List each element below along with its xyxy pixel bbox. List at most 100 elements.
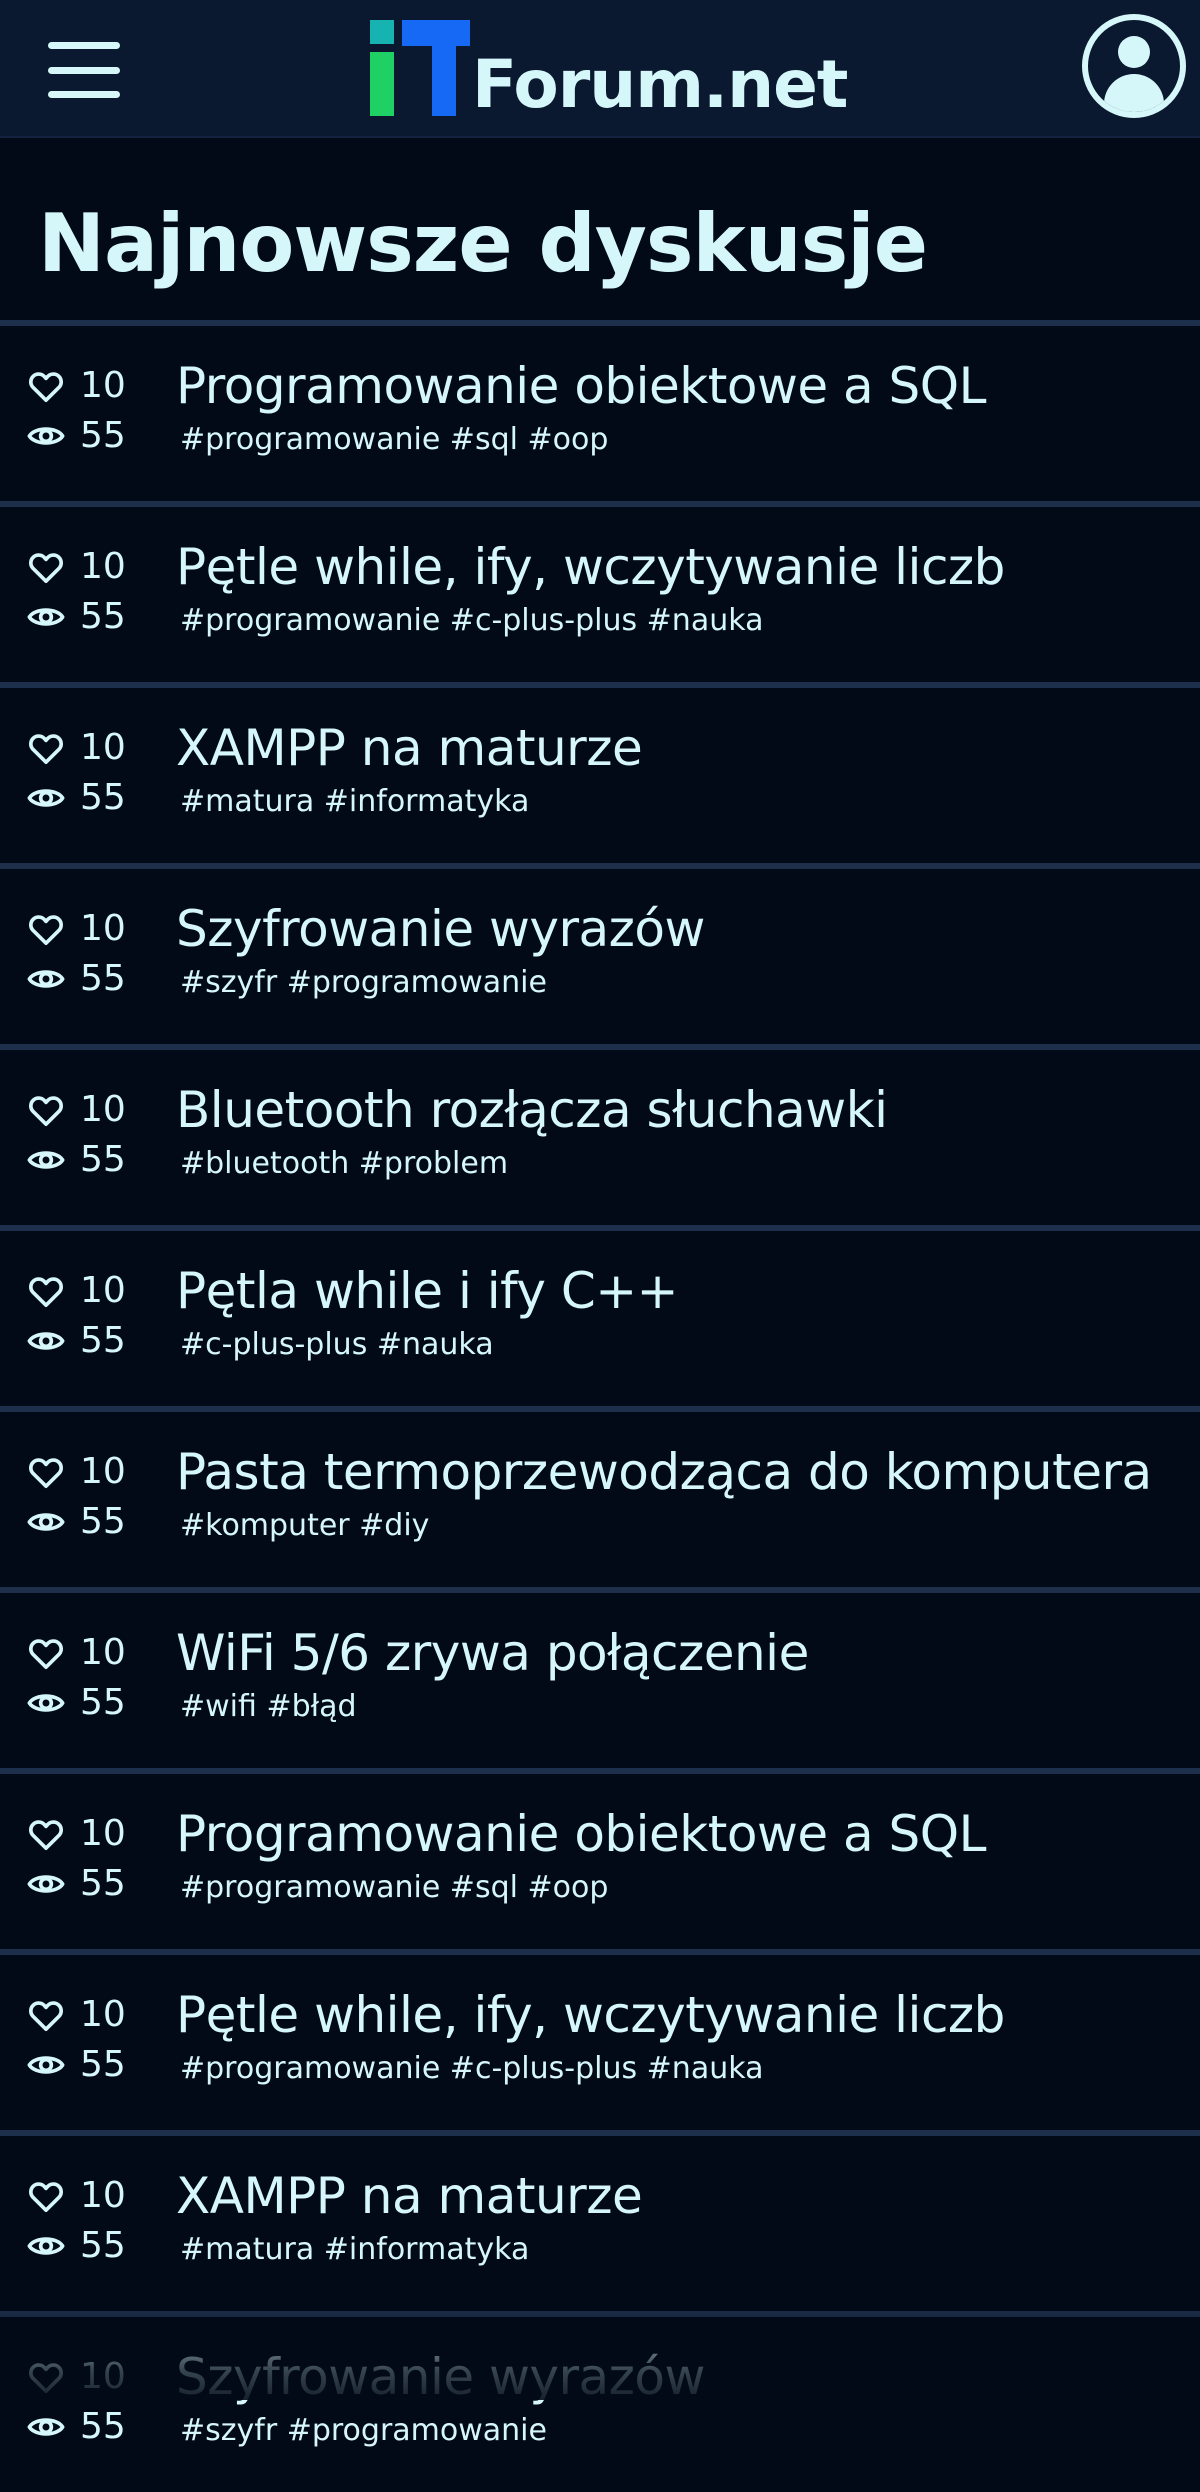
thread-row[interactable]: 10 55 Szyfrowanie wyrazów #szyfr #progra… — [0, 863, 1200, 1044]
thread-title[interactable]: XAMPP na maturze — [176, 718, 1186, 778]
views-count: 55 — [80, 2044, 126, 2085]
views-stat: 55 — [26, 2221, 146, 2271]
thread-row[interactable]: 10 55 XAMPP na maturze #matura #informat… — [0, 2130, 1200, 2311]
thread-title[interactable]: Pętle while, ify, wczytywanie liczb — [176, 1985, 1186, 2045]
likes-count: 10 — [80, 1632, 126, 1673]
thread-stats: 10 55 — [26, 361, 146, 461]
thread-row[interactable]: 10 55 Pętle while, ify, wczytywanie licz… — [0, 501, 1200, 682]
likes-stat: 10 — [26, 1085, 146, 1135]
views-count: 55 — [80, 2225, 126, 2266]
likes-stat: 10 — [26, 361, 146, 411]
thread-row[interactable]: 10 55 WiFi 5/6 zrywa połączenie #wifi #b… — [0, 1587, 1200, 1768]
site-logo[interactable]: Forum.net — [370, 18, 848, 123]
thread-row[interactable]: 10 55 XAMPP na maturze #matura #informat… — [0, 682, 1200, 863]
logo-t-stem — [432, 46, 456, 116]
thread-tags[interactable]: #programowanie #c-plus-plus #nauka — [180, 2051, 763, 2087]
eye-icon — [27, 1875, 65, 1893]
eye-icon — [27, 789, 65, 807]
thread-row[interactable]: 10 55 Programowanie obiektowe a SQL #pro… — [0, 320, 1200, 501]
likes-stat: 10 — [26, 542, 146, 592]
thread-title[interactable]: Szyfrowanie wyrazów — [176, 899, 1186, 959]
thread-title[interactable]: Programowanie obiektowe a SQL — [176, 1804, 1186, 1864]
thread-row[interactable]: 10 55 Programowanie obiektowe a SQL #pro… — [0, 1768, 1200, 1949]
thread-tags[interactable]: #bluetooth #problem — [180, 1146, 508, 1182]
top-app-bar: Forum.net — [0, 0, 1200, 138]
heart-icon — [29, 2182, 63, 2212]
thread-row[interactable]: 10 55 Bluetooth rozłącza słuchawki #blue… — [0, 1044, 1200, 1225]
thread-list: 10 55 Programowanie obiektowe a SQL #pro… — [0, 320, 1200, 2492]
likes-count: 10 — [80, 727, 126, 768]
page-title: Najnowsze dyskusje — [38, 197, 928, 290]
heart-icon — [29, 1639, 63, 1669]
heart-icon — [29, 2363, 63, 2393]
thread-tags[interactable]: #szyfr #programowanie — [180, 2413, 547, 2449]
eye-icon — [27, 970, 65, 988]
likes-stat: 10 — [26, 2352, 146, 2402]
hamburger-menu-icon[interactable] — [48, 42, 120, 98]
avatar-head — [1118, 36, 1150, 68]
eye-icon — [27, 427, 65, 445]
heart-icon — [29, 372, 63, 402]
thread-title[interactable]: Programowanie obiektowe a SQL — [176, 356, 1186, 416]
thread-title[interactable]: XAMPP na maturze — [176, 2166, 1186, 2226]
menu-line — [48, 91, 120, 98]
thread-title[interactable]: Bluetooth rozłącza słuchawki — [176, 1080, 1186, 1140]
heart-icon — [29, 915, 63, 945]
likes-count: 10 — [80, 2175, 126, 2216]
views-count: 55 — [80, 1501, 126, 1542]
eye-icon — [27, 2056, 65, 2074]
heart-icon — [29, 2001, 63, 2031]
eye-icon — [27, 1332, 65, 1350]
logo-text: Forum.net — [472, 46, 848, 123]
views-count: 55 — [80, 1863, 126, 1904]
logo-i-dot — [370, 20, 394, 44]
likes-count: 10 — [80, 1994, 126, 2035]
thread-row[interactable]: 10 55 Pasta termoprzewodząca do komputer… — [0, 1406, 1200, 1587]
eye-icon — [27, 1151, 65, 1169]
avatar-body — [1104, 74, 1164, 112]
thread-title[interactable]: Pętle while, ify, wczytywanie liczb — [176, 537, 1186, 597]
likes-count: 10 — [80, 1451, 126, 1492]
views-stat: 55 — [26, 592, 146, 642]
views-count: 55 — [80, 958, 126, 999]
likes-stat: 10 — [26, 1447, 146, 1497]
thread-tags[interactable]: #komputer #diy — [180, 1508, 429, 1544]
views-stat: 55 — [26, 1497, 146, 1547]
likes-stat: 10 — [26, 904, 146, 954]
views-stat: 55 — [26, 411, 146, 461]
thread-row[interactable]: 10 55 Pętle while, ify, wczytywanie licz… — [0, 1949, 1200, 2130]
likes-count: 10 — [80, 1089, 126, 1130]
thread-stats: 10 55 — [26, 904, 146, 1004]
menu-line — [48, 66, 120, 74]
user-avatar-icon[interactable] — [1082, 14, 1186, 118]
eye-icon — [27, 1513, 65, 1531]
likes-count: 10 — [80, 365, 126, 406]
heart-icon — [29, 553, 63, 583]
views-stat: 55 — [26, 773, 146, 823]
thread-row[interactable]: 10 55 Pętla while i ify C++ #c-plus-plus… — [0, 1225, 1200, 1406]
thread-stats: 10 55 — [26, 1809, 146, 1909]
thread-tags[interactable]: #szyfr #programowanie — [180, 965, 547, 1001]
views-count: 55 — [80, 596, 126, 637]
thread-title[interactable]: Pasta termoprzewodząca do komputera — [176, 1442, 1186, 1502]
thread-row[interactable]: 10 55 Szyfrowanie wyrazów #szyfr #progra… — [0, 2311, 1200, 2492]
thread-stats: 10 55 — [26, 723, 146, 823]
likes-stat: 10 — [26, 2171, 146, 2221]
thread-tags[interactable]: #matura #informatyka — [180, 2232, 529, 2268]
thread-tags[interactable]: #programowanie #sql #oop — [180, 422, 608, 458]
thread-title[interactable]: Szyfrowanie wyrazów — [176, 2347, 1186, 2407]
thread-tags[interactable]: #wifi #błąd — [180, 1689, 357, 1725]
heart-icon — [29, 734, 63, 764]
eye-icon — [27, 2418, 65, 2436]
thread-title[interactable]: WiFi 5/6 zrywa połączenie — [176, 1623, 1186, 1683]
views-count: 55 — [80, 1320, 126, 1361]
thread-tags[interactable]: #matura #informatyka — [180, 784, 529, 820]
menu-line — [48, 42, 120, 49]
thread-tags[interactable]: #programowanie #c-plus-plus #nauka — [180, 603, 763, 639]
likes-count: 10 — [80, 1813, 126, 1854]
eye-icon — [27, 608, 65, 626]
thread-title[interactable]: Pętla while i ify C++ — [176, 1261, 1186, 1321]
thread-tags[interactable]: #c-plus-plus #nauka — [180, 1327, 494, 1363]
likes-count: 10 — [80, 546, 126, 587]
thread-tags[interactable]: #programowanie #sql #oop — [180, 1870, 608, 1906]
